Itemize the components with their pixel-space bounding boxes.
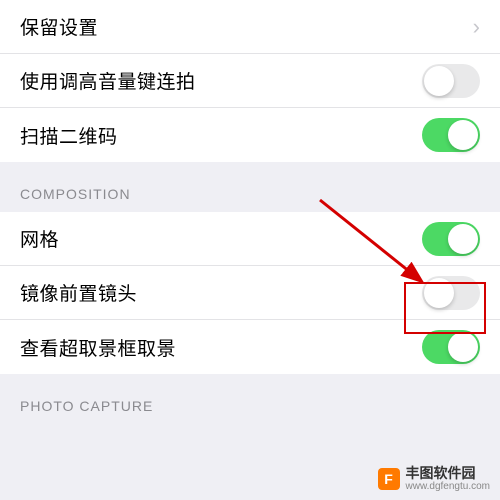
- watermark: 丰图软件园 www.dgfengtu.com: [378, 466, 491, 492]
- toggle-knob: [448, 120, 478, 150]
- chevron-right-icon: ›: [473, 14, 480, 40]
- label-scan-qr: 扫描二维码: [20, 122, 118, 149]
- watermark-name: 丰图软件园: [406, 466, 491, 481]
- section-header-photo-capture: PHOTO CAPTURE: [0, 374, 500, 424]
- watermark-url: www.dgfengtu.com: [406, 481, 491, 492]
- toggle-grid[interactable]: [422, 222, 480, 256]
- row-mirror-front[interactable]: 镜像前置镜头: [0, 266, 500, 320]
- toggle-knob: [424, 278, 454, 308]
- settings-group-1: 保留设置 › 使用调高音量键连拍 扫描二维码: [0, 0, 500, 162]
- section-header-composition: COMPOSITION: [0, 162, 500, 212]
- toggle-outside-frame[interactable]: [422, 330, 480, 364]
- toggle-knob: [448, 224, 478, 254]
- row-preserve-settings[interactable]: 保留设置 ›: [0, 0, 500, 54]
- toggle-mirror-front[interactable]: [422, 276, 480, 310]
- label-burst-volume-up: 使用调高音量键连拍: [20, 67, 196, 94]
- label-preserve-settings: 保留设置: [20, 13, 98, 40]
- toggle-knob: [424, 66, 454, 96]
- row-scan-qr[interactable]: 扫描二维码: [0, 108, 500, 162]
- watermark-logo-icon: [378, 468, 400, 490]
- toggle-burst-volume-up[interactable]: [422, 64, 480, 98]
- toggle-scan-qr[interactable]: [422, 118, 480, 152]
- label-mirror-front: 镜像前置镜头: [20, 279, 137, 306]
- toggle-knob: [448, 332, 478, 362]
- label-grid: 网格: [20, 225, 59, 252]
- label-outside-frame: 查看超取景框取景: [20, 334, 176, 361]
- settings-group-composition: 网格 镜像前置镜头 查看超取景框取景: [0, 212, 500, 374]
- watermark-text: 丰图软件园 www.dgfengtu.com: [406, 466, 491, 492]
- row-grid[interactable]: 网格: [0, 212, 500, 266]
- row-outside-frame[interactable]: 查看超取景框取景: [0, 320, 500, 374]
- row-burst-volume-up[interactable]: 使用调高音量键连拍: [0, 54, 500, 108]
